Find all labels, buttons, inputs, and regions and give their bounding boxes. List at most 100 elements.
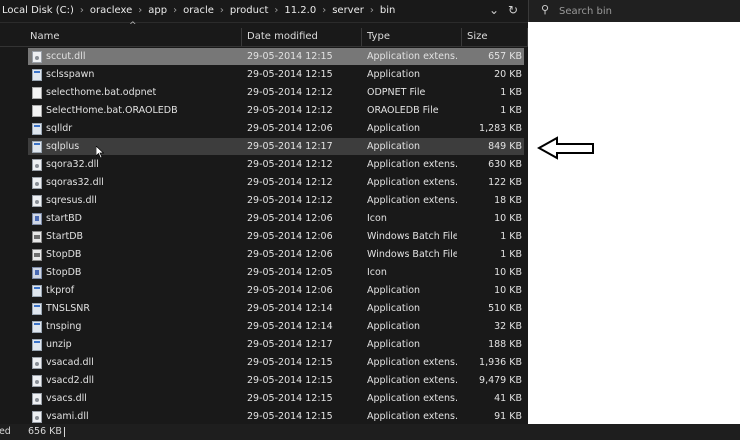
- exe-file-icon: [32, 123, 42, 135]
- status-divider: [64, 427, 65, 437]
- file-name: vsacad.dll: [46, 357, 94, 368]
- ico-file-icon: [32, 213, 42, 225]
- file-row[interactable]: vsacad.dll 29-05-2014 12:15 Application ex…: [28, 354, 524, 371]
- file-row[interactable]: vsami.dll 29-05-2014 12:15 Application ext…: [28, 408, 524, 425]
- breadcrumb-separator-icon[interactable]: ›: [138, 5, 142, 16]
- mouse-cursor-icon: [96, 146, 104, 158]
- file-date-modified: 29-05-2014 12:15: [247, 375, 333, 386]
- file-date-modified: 29-05-2014 12:05: [247, 267, 333, 278]
- file-row[interactable]: sqoras32.dll 29-05-2014 12:12 Application …: [28, 174, 524, 191]
- file-row[interactable]: sqlldr 29-05-2014 12:06 Application 1,283 K…: [28, 120, 524, 137]
- file-row[interactable]: sclsspawn 29-05-2014 12:15 Application 20 K…: [28, 66, 524, 83]
- dll-file-icon: [32, 375, 42, 387]
- file-row[interactable]: tnsping 29-05-2014 12:14 Application 32 KB: [28, 318, 524, 335]
- file-size: 9,479 KB: [479, 375, 522, 386]
- dll-file-icon: [32, 177, 42, 189]
- file-size: 32 KB: [494, 321, 522, 332]
- file-row[interactable]: sqresus.dll 29-05-2014 12:12 Application e…: [28, 192, 524, 209]
- file-row[interactable]: vsacs.dll 29-05-2014 12:15 Application ext…: [28, 390, 524, 407]
- column-divider[interactable]: [527, 28, 528, 46]
- file-size: 10 KB: [494, 213, 522, 224]
- file-size: 849 KB: [488, 141, 522, 152]
- address-bar[interactable]: Local Disk (C:) › oraclexe › app › oracle › prod…: [0, 0, 528, 23]
- breadcrumb-item[interactable]: product: [230, 5, 268, 16]
- file-date-modified: 29-05-2014 12:15: [247, 69, 333, 80]
- breadcrumb-separator-icon[interactable]: ›: [220, 5, 224, 16]
- column-divider[interactable]: [361, 28, 362, 46]
- chevron-down-icon[interactable]: ⌄: [485, 2, 503, 18]
- file-name: sqora32.dll: [46, 159, 99, 170]
- file-row[interactable]: StopDB 29-05-2014 12:05 Icon 10 KB: [28, 264, 524, 281]
- file-date-modified: 29-05-2014 12:12: [247, 87, 333, 98]
- breadcrumb-separator-icon[interactable]: ›: [173, 5, 177, 16]
- file-name: selecthome.bat.odpnet: [46, 87, 157, 98]
- column-divider[interactable]: [461, 28, 462, 46]
- column-divider[interactable]: [241, 28, 242, 46]
- breadcrumb-separator-icon[interactable]: ›: [80, 5, 84, 16]
- file-date-modified: 29-05-2014 12:14: [247, 303, 333, 314]
- file-size: 10 KB: [494, 267, 522, 278]
- dll-file-icon: [32, 411, 42, 423]
- breadcrumb-item[interactable]: Local Disk (C:): [2, 5, 74, 16]
- breadcrumb-item[interactable]: bin: [380, 5, 395, 16]
- file-date-modified: 29-05-2014 12:06: [247, 285, 333, 296]
- file-date-modified: 29-05-2014 12:17: [247, 141, 333, 152]
- status-selection-text: cted: [0, 426, 11, 437]
- file-size: 630 KB: [488, 159, 522, 170]
- file-row[interactable]: sqora32.dll 29-05-2014 12:12 Application e…: [28, 156, 524, 173]
- breadcrumb-separator-icon[interactable]: ›: [322, 5, 326, 16]
- search-icon: ⚲: [541, 3, 550, 16]
- file-date-modified: 29-05-2014 12:06: [247, 249, 333, 260]
- breadcrumb-item[interactable]: oraclexe: [90, 5, 132, 16]
- column-type[interactable]: Type: [367, 31, 390, 42]
- breadcrumb-item[interactable]: oracle: [183, 5, 214, 16]
- dll-file-icon: [32, 357, 42, 369]
- file-row[interactable]: StartDB 29-05-2014 12:06 Windows Batch Fil…: [28, 228, 524, 245]
- dll-file-icon: [32, 393, 42, 405]
- file-row[interactable]: vsacd2.dll 29-05-2014 12:15 Application ex…: [28, 372, 524, 389]
- file-name: SelectHome.bat.ORAOLEDB: [46, 105, 178, 116]
- column-name[interactable]: Name: [30, 31, 60, 42]
- bat-file-icon: [32, 249, 42, 261]
- file-size: 10 KB: [494, 285, 522, 296]
- breadcrumb-separator-icon[interactable]: ›: [274, 5, 278, 16]
- breadcrumb-item[interactable]: app: [148, 5, 167, 16]
- dll-file-icon: [32, 51, 42, 63]
- file-name: tkprof: [46, 285, 75, 296]
- dll-file-icon: [32, 159, 42, 171]
- column-size[interactable]: Size: [467, 31, 488, 42]
- breadcrumb-item[interactable]: 11.2.0: [284, 5, 316, 16]
- column-date-modified[interactable]: Date modified: [247, 31, 318, 42]
- file-row[interactable]: SelectHome.bat.ORAOLEDB 29-05-2014 12:12 O…: [28, 102, 524, 119]
- breadcrumb-separator-icon[interactable]: ›: [370, 5, 374, 16]
- breadcrumb-item[interactable]: server: [332, 5, 364, 16]
- dll-file-icon: [32, 195, 42, 207]
- file-name: StopDB: [46, 267, 82, 278]
- file-date-modified: 29-05-2014 12:12: [247, 177, 333, 188]
- file-name: sqlplus: [46, 141, 80, 152]
- file-size: 1 KB: [500, 87, 522, 98]
- file-date-modified: 29-05-2014 12:14: [247, 321, 333, 332]
- file-size: 1 KB: [500, 249, 522, 260]
- search-box[interactable]: ⚲: [528, 0, 740, 22]
- bat-file-icon: [32, 231, 42, 243]
- file-row[interactable]: selecthome.bat.odpnet 29-05-2014 12:12 ODP…: [28, 84, 524, 101]
- file-row[interactable]: TNSLSNR 29-05-2014 12:14 Application 510 KB: [28, 300, 524, 317]
- search-input[interactable]: [559, 3, 729, 19]
- file-row[interactable]: tkprof 29-05-2014 12:06 Application 10 KB: [28, 282, 524, 299]
- file-date-modified: 29-05-2014 12:15: [247, 393, 333, 404]
- refresh-icon[interactable]: ↻: [504, 2, 522, 18]
- file-date-modified: 29-05-2014 12:15: [247, 357, 333, 368]
- file-name: sqresus.dll: [46, 195, 97, 206]
- file-row[interactable]: startBD 29-05-2014 12:06 Icon 10 KB: [28, 210, 524, 227]
- file-date-modified: 29-05-2014 12:06: [247, 231, 333, 242]
- file-size: 20 KB: [494, 69, 522, 80]
- file-size: 1 KB: [500, 231, 522, 242]
- file-size: 41 KB: [494, 393, 522, 404]
- file-row[interactable]: sccut.dll 29-05-2014 12:15 Application ext…: [28, 48, 524, 65]
- file-row[interactable]: StopDB 29-05-2014 12:06 Windows Batch File…: [28, 246, 524, 263]
- file-size: 18 KB: [494, 195, 522, 206]
- status-bar: cted 656 KB: [0, 424, 740, 440]
- file-row[interactable]: unzip 29-05-2014 12:17 Application 188 KB: [28, 336, 524, 353]
- status-selection-size: 656 KB: [28, 426, 62, 437]
